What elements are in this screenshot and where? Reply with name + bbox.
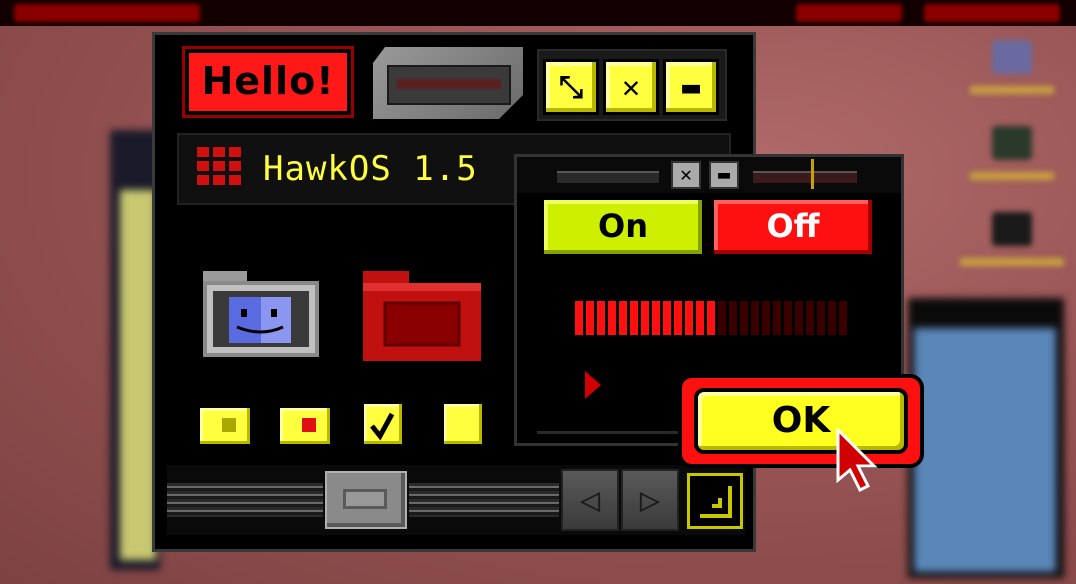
cursor-icon — [836, 428, 878, 493]
settings-minimize-button[interactable]: ▬ — [709, 161, 739, 189]
scroll-right-button[interactable]: ▷ — [621, 469, 679, 531]
progress-segment — [817, 301, 825, 335]
checkmark-icon — [370, 412, 395, 441]
progress-segment — [586, 301, 594, 335]
progress-segment — [619, 301, 627, 335]
desktop-icon[interactable] — [992, 212, 1032, 246]
progress-segment — [828, 301, 836, 335]
progress-segment — [806, 301, 814, 335]
resize-grip[interactable] — [687, 473, 743, 529]
close-icon: ✕ — [621, 69, 641, 105]
checkbox-checked[interactable] — [361, 401, 405, 447]
scroll-track[interactable] — [167, 483, 323, 517]
desktop-icon[interactable] — [992, 40, 1032, 74]
minimize-button[interactable]: ▬ — [663, 59, 719, 115]
progress-segment — [696, 301, 704, 335]
ok-button[interactable]: OK — [678, 374, 924, 468]
progress-segment — [707, 301, 715, 335]
checkbox-dot[interactable] — [277, 405, 333, 447]
arrow-left-icon: ◁ — [579, 480, 601, 520]
progress-segment — [652, 301, 660, 335]
progress-segment — [630, 301, 638, 335]
minimize-icon: ▬ — [681, 69, 701, 105]
toggle-off-button[interactable]: Off — [711, 197, 875, 257]
scroll-left-button[interactable]: ◁ — [561, 469, 619, 531]
title-marker — [811, 159, 814, 189]
checkbox-unchecked[interactable] — [441, 401, 485, 447]
progress-segment — [795, 301, 803, 335]
scroll-thumb[interactable] — [325, 471, 407, 529]
desktop-icon-label — [970, 86, 1054, 94]
progress-segment — [751, 301, 759, 335]
progress-bar — [575, 301, 847, 335]
progress-segment — [641, 301, 649, 335]
desktop-icon[interactable] — [992, 126, 1032, 160]
minimize-icon: ▬ — [717, 162, 731, 186]
window-controls: ⤡ ✕ ▬ — [537, 49, 727, 121]
background-window — [908, 298, 1064, 578]
progress-segment — [773, 301, 781, 335]
window-tab-slot[interactable] — [373, 47, 523, 119]
os-title: HawkOS 1.5 — [263, 149, 478, 189]
menu-bar — [0, 0, 1076, 26]
resize-icon: ⤡ — [559, 69, 583, 105]
finder-folder-icon[interactable] — [203, 271, 319, 357]
red-folder-icon[interactable] — [363, 271, 481, 361]
toggle-on-button[interactable]: On — [541, 197, 705, 257]
desktop-icon-label — [960, 258, 1064, 266]
progress-segment — [685, 301, 693, 335]
progress-segment — [839, 301, 847, 335]
grid-logo-icon — [197, 147, 245, 193]
arrow-right-icon: ▷ — [639, 480, 661, 520]
progress-segment — [784, 301, 792, 335]
progress-segment — [740, 301, 748, 335]
desktop-icon-label — [970, 172, 1054, 180]
hello-button[interactable]: Hello! — [182, 46, 354, 118]
resize-button[interactable]: ⤡ — [543, 59, 599, 115]
progress-segment — [762, 301, 770, 335]
progress-segment — [597, 301, 605, 335]
scroll-track[interactable] — [409, 483, 559, 517]
close-button[interactable]: ✕ — [603, 59, 659, 115]
progress-segment — [674, 301, 682, 335]
resize-grip-icon — [700, 486, 732, 518]
title-rail — [557, 171, 659, 183]
title-rail — [753, 171, 857, 183]
progress-segment — [575, 301, 583, 335]
close-icon: ✕ — [679, 162, 693, 186]
progress-segment — [663, 301, 671, 335]
progress-segment — [718, 301, 726, 335]
settings-title-bar[interactable]: ✕ ▬ — [517, 157, 901, 193]
horizontal-scrollbar: ◁ ▷ — [167, 465, 745, 535]
play-icon[interactable] — [585, 371, 601, 399]
progress-segment — [729, 301, 737, 335]
progress-segment — [608, 301, 616, 335]
checkbox-partial[interactable] — [197, 405, 253, 447]
settings-close-button[interactable]: ✕ — [671, 161, 701, 189]
